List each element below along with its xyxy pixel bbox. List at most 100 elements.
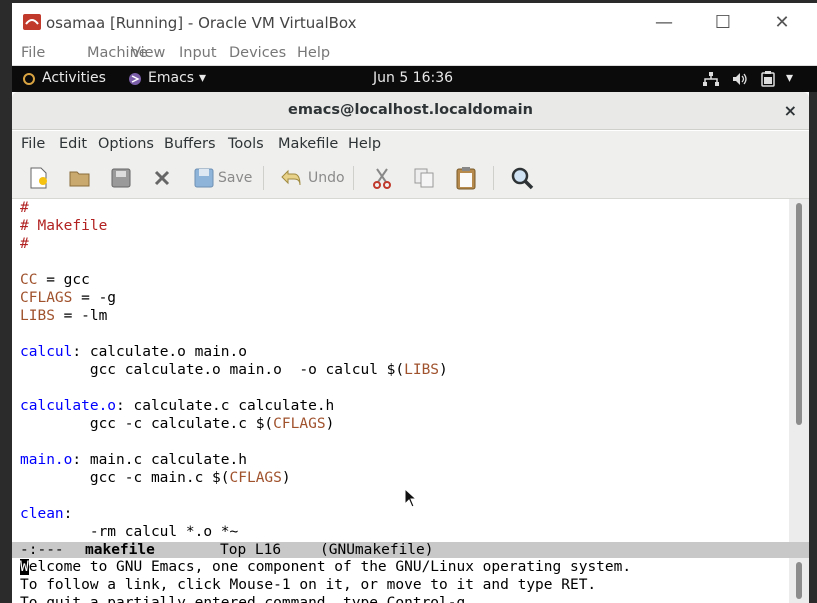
syntax-var: CFLAGS xyxy=(229,470,282,486)
echo-area[interactable]: Welcome to GNU Emacs, one component of t… xyxy=(12,558,789,603)
buffer-line[interactable]: CC = gcc xyxy=(20,271,448,289)
activities-button[interactable]: Activities xyxy=(42,70,106,86)
buffer-line[interactable]: gcc -c calculate.c $(CFLAGS) xyxy=(20,415,448,433)
maximize-button[interactable]: ☐ xyxy=(709,11,737,35)
syntax-comment: # Makefile xyxy=(20,218,108,234)
buffer-line[interactable]: -rm calcul *.o *~ xyxy=(20,523,448,541)
save-icon xyxy=(194,168,214,188)
clock[interactable]: Jun 5 16:36 xyxy=(373,70,453,86)
open-file-button[interactable] xyxy=(68,164,92,192)
emacs-menu-makefile[interactable]: Makefile xyxy=(278,136,338,152)
emacs-titlebar: emacs@localhost.localdomain × xyxy=(12,92,809,130)
syntax-var: LIBS xyxy=(20,308,55,324)
emacs-menu-file[interactable]: File xyxy=(21,136,45,152)
emacs-menu-edit[interactable]: Edit xyxy=(59,136,87,152)
network-icon[interactable] xyxy=(703,72,719,86)
search-button[interactable] xyxy=(510,164,534,192)
battery-icon[interactable] xyxy=(760,71,776,87)
emacs-menu-buffers[interactable]: Buffers xyxy=(164,136,216,152)
echo-scrollbar-thumb[interactable] xyxy=(796,562,802,599)
buffer-line[interactable]: CFLAGS = -g xyxy=(20,289,448,307)
buffer-line[interactable]: # xyxy=(20,235,448,253)
gnome-top-bar: Activities Emacs ▾ Jun 5 16:36 ▾ xyxy=(12,66,817,92)
modeline-buffer-name[interactable]: makefile xyxy=(85,542,155,558)
code-text: -rm calcul *.o *~ xyxy=(20,524,239,540)
toolbar-separator xyxy=(353,166,354,190)
virtualbox-icon xyxy=(23,14,41,30)
buffer-text[interactable]: # # Makefile # CC = gcc CFLAGS = -g LIBS = -… xyxy=(20,199,448,541)
emacs-window: emacs@localhost.localdomain × File Edit … xyxy=(12,92,809,603)
emacs-menu-help[interactable]: Help xyxy=(348,136,381,152)
syntax-target: calcul xyxy=(20,344,73,360)
code-text: gcc -c main.c $( xyxy=(20,470,230,486)
undo-button[interactable]: Undo xyxy=(280,164,345,192)
buffer-line[interactable]: calcul: calculate.o main.o xyxy=(20,343,448,361)
copy-icon xyxy=(414,168,434,188)
vbox-menu-devices[interactable]: Devices xyxy=(229,45,286,61)
kill-buffer-button[interactable] xyxy=(152,164,172,192)
buffer-line[interactable]: LIBS = -lm xyxy=(20,307,448,325)
vbox-menu-view[interactable]: View xyxy=(131,45,165,61)
volume-icon[interactable] xyxy=(732,72,748,86)
paste-button[interactable] xyxy=(455,164,477,192)
buffer-line[interactable]: gcc calculate.o main.o -o calcul $(LIBS) xyxy=(20,361,448,379)
buffer-line[interactable]: # Makefile xyxy=(20,217,448,235)
code-text: gcc -c calculate.c $( xyxy=(20,416,274,432)
modeline-major-mode[interactable]: (GNUmakefile) xyxy=(320,542,434,558)
system-menu-chevron-icon[interactable]: ▾ xyxy=(786,70,793,86)
echo-text: Welcome to GNU Emacs, one component of t… xyxy=(20,558,631,603)
buffer-line[interactable]: main.o: main.c calculate.h xyxy=(20,451,448,469)
folder-icon xyxy=(69,171,90,187)
buffer-scrollbar-thumb[interactable] xyxy=(796,203,802,425)
buffer-line[interactable]: clean: xyxy=(20,505,448,523)
buffer-line[interactable] xyxy=(20,433,448,451)
emacs-toolbar: Save Undo xyxy=(12,157,809,199)
echo-line: To follow a link, click Mouse-1 on it, o… xyxy=(20,577,597,593)
buffer-line[interactable] xyxy=(20,253,448,271)
syntax-var: CFLAGS xyxy=(20,290,73,306)
scissors-icon xyxy=(373,168,391,189)
vbox-menu-input[interactable]: Input xyxy=(179,45,217,61)
buffer-line[interactable] xyxy=(20,325,448,343)
save-label: Save xyxy=(218,170,253,186)
new-file-icon xyxy=(30,167,47,189)
editor-buffer[interactable]: # # Makefile # CC = gcc CFLAGS = -g LIBS = -… xyxy=(12,199,789,542)
minimize-button[interactable]: — xyxy=(650,11,678,35)
vbox-menubar: File Machine View Input Devices Help xyxy=(12,42,817,66)
buffer-line[interactable] xyxy=(20,379,448,397)
syntax-comment: # xyxy=(20,200,29,216)
code-text: : calculate.c calculate.h xyxy=(116,398,335,414)
cut-button[interactable] xyxy=(371,164,393,192)
emacs-close-button[interactable]: × xyxy=(784,101,797,120)
echo-scrollbar[interactable] xyxy=(789,558,809,603)
buffer-line[interactable]: gcc -c main.c $(CFLAGS) xyxy=(20,469,448,487)
syntax-var: LIBS xyxy=(404,362,440,378)
syntax-target: clean xyxy=(20,506,64,522)
buffer-line[interactable] xyxy=(20,487,448,505)
modeline-position: Top L16 xyxy=(220,542,282,558)
save-button[interactable]: Save xyxy=(194,164,252,192)
app-menu-button[interactable]: Emacs xyxy=(148,70,194,86)
undo-arrow-icon xyxy=(281,169,301,186)
vbox-menu-file[interactable]: File xyxy=(21,45,45,61)
emacs-menu-tools[interactable]: Tools xyxy=(228,136,264,152)
copy-button[interactable] xyxy=(413,164,435,192)
mode-line: -:--- makefile Top L16 (GNUmakefile) xyxy=(12,542,809,558)
syntax-target: calculate.o xyxy=(20,398,117,414)
emacs-window-title: emacs@localhost.localdomain xyxy=(288,102,533,118)
mouse-pointer-icon xyxy=(404,488,416,508)
echo-line: To quit a partially entered command, typ… xyxy=(20,595,474,603)
disk-icon xyxy=(111,168,131,188)
emacs-menu-options[interactable]: Options xyxy=(98,136,154,152)
dired-button[interactable] xyxy=(110,164,132,192)
new-file-button[interactable] xyxy=(28,164,50,192)
activities-icon xyxy=(23,73,35,85)
syntax-var: CFLAGS xyxy=(273,416,326,432)
app-menu-chevron-icon[interactable]: ▾ xyxy=(199,70,206,86)
buffer-line[interactable]: calculate.o: calculate.c calculate.h xyxy=(20,397,448,415)
buffer-line[interactable]: # xyxy=(20,199,448,217)
vbox-menu-help[interactable]: Help xyxy=(297,45,330,61)
close-button[interactable]: ✕ xyxy=(768,11,796,35)
buffer-scrollbar[interactable] xyxy=(789,199,809,542)
modeline-status: -:--- xyxy=(20,542,64,558)
